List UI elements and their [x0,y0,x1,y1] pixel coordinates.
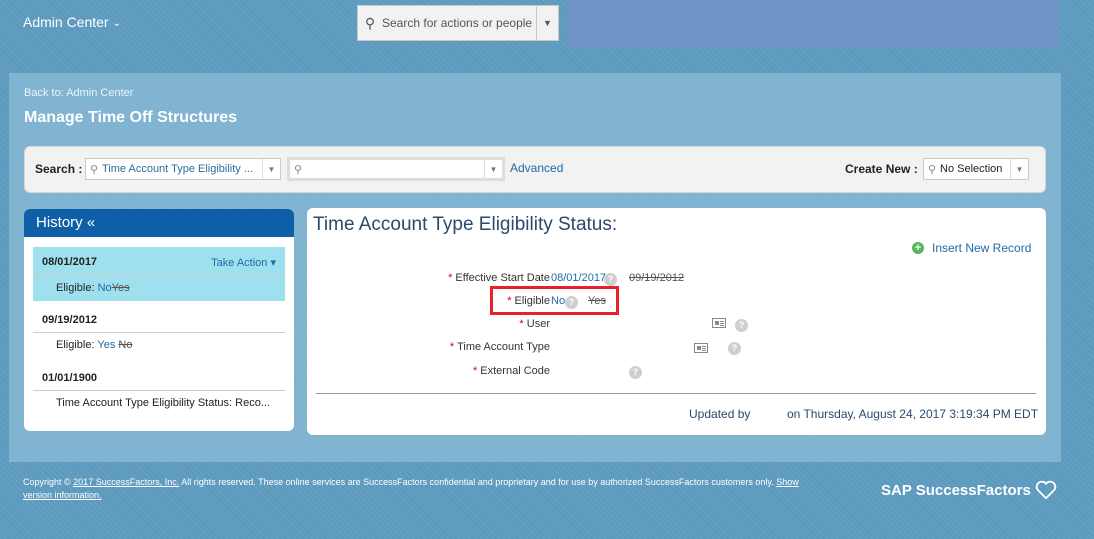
chevron-down-icon: ⌄ [112,17,121,29]
copyright-link[interactable]: 2017 SuccessFactors, Inc. [73,477,179,487]
history-entry[interactable]: 09/19/2012 Eligible: Yes No [33,305,285,355]
create-new-label: Create New : [845,162,918,176]
updated-by: Updated by [689,407,751,421]
new-value: Yes [97,339,116,351]
brand-logo: SAP SuccessFactors [881,480,1057,500]
history-date: 09/19/2012 [42,314,98,326]
footer-copyright: Copyright © 2017 SuccessFactors, Inc. Al… [23,477,799,500]
advanced-link[interactable]: Advanced [510,161,563,175]
heart-icon [1035,480,1056,500]
search-label: Search : [35,162,83,176]
history-entry-header: 09/19/2012 [33,305,285,333]
plus-icon: + [912,242,924,254]
insert-new-record-label: Insert New Record [932,241,1032,255]
history-description: Time Account Type Eligibility Status: Re… [56,397,270,409]
object-type-select[interactable]: ⚲ Time Account Type Eligibility ... ▼ [85,158,281,180]
effective-start-date-old: 09/19/2012 [629,272,685,284]
history-date: 08/01/2017 [42,256,98,268]
effective-start-date-new: 08/01/2017 [551,272,607,284]
search-icon: ⚲ [89,163,99,176]
field-label-effective-start-date: * Effective Start Date [448,272,550,284]
history-date: 01/01/1900 [42,372,98,384]
chevron-down-icon[interactable]: ▼ [1010,159,1028,179]
help-icon[interactable]: ? [629,366,642,379]
field-label-user: * User [519,318,550,330]
user-card-icon[interactable] [712,318,726,328]
insert-new-record-button[interactable]: + Insert New Record [912,241,1031,255]
old-value: Yes [111,282,130,294]
history-panel: History « 08/01/2017 Take Action ▾ Eligi… [24,209,294,431]
updated-on: on Thursday, August 24, 2017 3:19:34 PM … [787,407,1039,421]
header-banner [568,0,1058,47]
help-icon[interactable]: ? [728,342,741,355]
object-type-value: Time Account Type Eligibility ... [102,163,254,175]
search-icon: ⚲ [364,14,376,31]
old-value: No [118,339,133,351]
back-link[interactable]: Back to: Admin Center [24,87,133,99]
search-bar: Search : ⚲ Time Account Type Eligibility… [24,146,1046,193]
divider [316,393,1036,394]
record-search-input[interactable]: ⚲ ▼ [287,157,505,181]
history-change: Eligible: Yes No [56,339,133,351]
search-icon: ⚲ [927,163,937,176]
search-icon: ⚲ [293,163,303,176]
highlight-box [490,286,619,315]
history-entry-header: 01/01/1900 [33,363,285,391]
admin-center-menu[interactable]: Admin Center ⌄ [23,14,121,30]
new-value: No [97,282,112,294]
create-new-value: No Selection [940,163,1003,175]
history-change: Eligible: NoYes [56,282,130,294]
admin-center-label: Admin Center [23,14,109,30]
page-title: Manage Time Off Structures [24,109,238,126]
detail-panel: Time Account Type Eligibility Status: + … [307,208,1046,435]
chevron-down-icon[interactable]: ▼ [262,159,280,179]
time-account-type-card-icon[interactable] [694,343,708,353]
global-search[interactable]: ⚲ Search for actions or people ▼ [357,5,559,41]
search-placeholder[interactable]: Search for actions or people [382,16,536,30]
create-new-select[interactable]: ⚲ No Selection ▼ [923,158,1029,180]
detail-title: Time Account Type Eligibility Status: [313,214,618,235]
field-label-external-code: * External Code [472,365,550,377]
history-entry[interactable]: 08/01/2017 Take Action ▾ Eligible: NoYes [33,247,285,301]
help-icon[interactable]: ? [735,319,748,332]
history-entry[interactable]: 01/01/1900 Time Account Type Eligibility… [33,363,285,413]
chevron-down-icon[interactable]: ▼ [484,159,502,179]
help-icon[interactable]: ? [604,273,617,286]
history-header[interactable]: History « [24,209,294,237]
take-action-button[interactable]: Take Action ▾ [211,256,276,269]
top-bar: Admin Center ⌄ ⚲ Search for actions or p… [0,0,1094,50]
field-label-time-account-type: * Time Account Type [449,341,550,353]
history-entry-header: 08/01/2017 Take Action ▾ [33,247,285,276]
search-dropdown-button[interactable]: ▼ [536,6,558,40]
